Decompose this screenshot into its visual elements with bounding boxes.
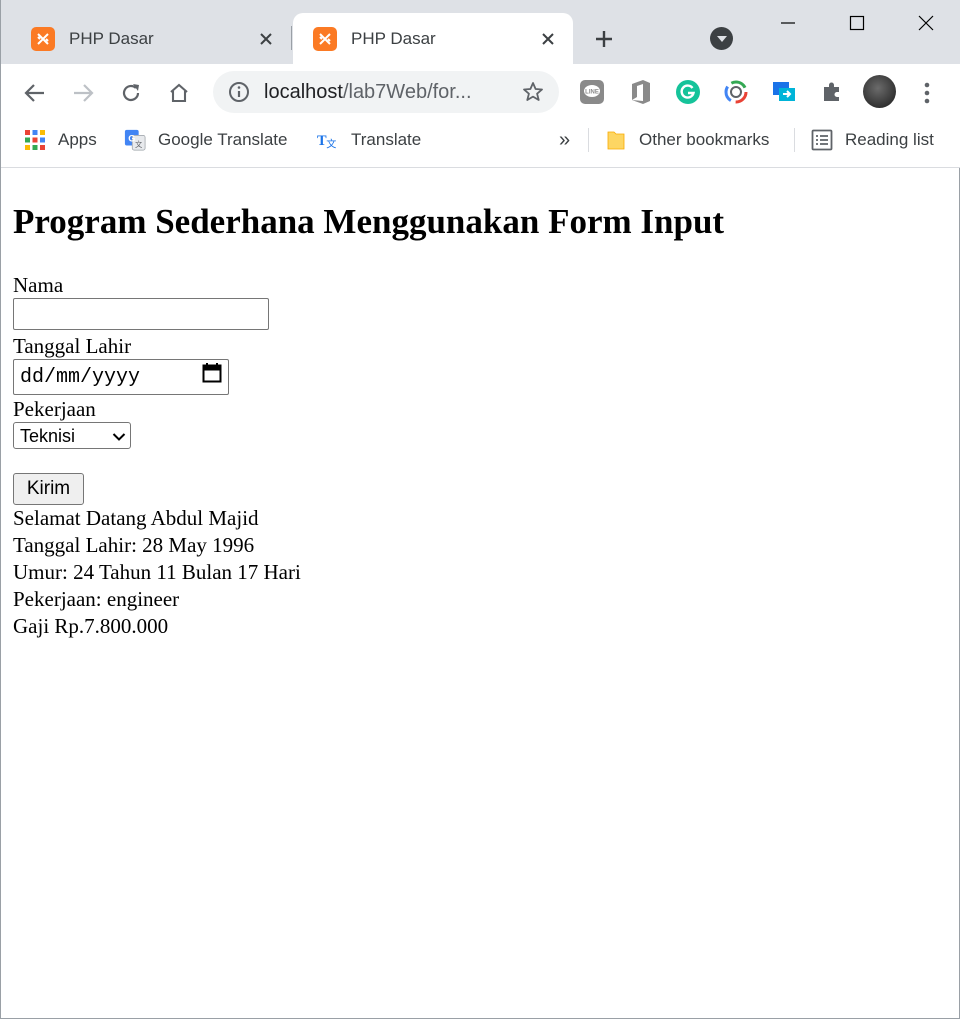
bookmark-translate[interactable]: T文 Translate	[317, 120, 421, 160]
grammarly-extension-icon[interactable]	[674, 78, 702, 106]
xampp-favicon-icon	[313, 26, 337, 51]
site-info-icon[interactable]	[226, 79, 252, 105]
bookmarks-divider	[794, 128, 795, 152]
svg-text:文: 文	[135, 140, 143, 149]
tab-divider	[291, 26, 292, 50]
tab-strip: PHP Dasar PHP Dasar	[1, 0, 960, 64]
close-tab-icon[interactable]	[537, 28, 559, 50]
tab-php-dasar-2-active[interactable]: PHP Dasar	[293, 13, 573, 64]
bookmarks-bar: Apps G文 Google Translate T文 Translate » …	[1, 120, 960, 168]
xampp-favicon-icon	[31, 26, 55, 51]
minimize-icon[interactable]	[768, 8, 808, 38]
url-text: localhost/lab7Web/for...	[264, 81, 504, 104]
tab-php-dasar-1[interactable]: PHP Dasar	[11, 13, 291, 64]
back-arrow-icon[interactable]	[20, 78, 50, 108]
chevron-down-icon	[112, 425, 126, 448]
bookmarks-divider	[588, 128, 589, 152]
bookmarks-overflow-chevron[interactable]: »	[559, 120, 570, 160]
folder-icon	[605, 129, 627, 151]
forward-arrow-icon[interactable]	[68, 78, 98, 108]
date-placeholder: dd/mm/yyyy	[20, 365, 141, 389]
bookmark-other-bookmarks[interactable]: Other bookmarks	[605, 120, 769, 160]
bookmark-label: Google Translate	[158, 130, 288, 149]
tab-title: PHP Dasar	[69, 28, 154, 48]
nama-label: Nama	[13, 273, 64, 298]
tanggal-lahir-date-input[interactable]: dd/mm/yyyy	[13, 359, 229, 396]
office-extension-icon[interactable]	[627, 78, 655, 106]
menu-kebab-icon[interactable]	[912, 78, 942, 108]
pekerjaan-select[interactable]: Teknisi	[13, 422, 131, 450]
translate-icon: T文	[317, 129, 339, 151]
address-bar[interactable]: localhost/lab7Web/for...	[213, 71, 559, 113]
page-content: Program Sederhana Menggunakan Form Input…	[13, 168, 953, 640]
svg-text:LINE: LINE	[585, 90, 599, 96]
apps-grid-icon	[24, 129, 46, 151]
close-tab-icon[interactable]	[255, 28, 277, 50]
bookmark-google-translate[interactable]: G文 Google Translate	[124, 120, 287, 160]
bookmark-label: Reading list	[845, 130, 934, 149]
svg-text:文: 文	[326, 138, 336, 151]
google-translate-icon: G文	[124, 129, 146, 151]
maximize-icon[interactable]	[837, 8, 877, 38]
reload-icon[interactable]	[116, 78, 146, 108]
bookmark-star-icon[interactable]	[521, 80, 545, 104]
new-tab-plus-icon[interactable]	[591, 26, 617, 52]
reading-list-button[interactable]: Reading list	[811, 120, 934, 160]
nama-input[interactable]	[13, 298, 269, 331]
job-text: Pekerjaan: engineer	[13, 587, 180, 612]
url-path: /lab7Web/for...	[342, 80, 472, 103]
screen-share-extension-icon[interactable]	[770, 78, 798, 106]
profile-avatar[interactable]	[863, 75, 896, 108]
bookmark-label: Translate	[351, 130, 422, 149]
welcome-text: Selamat Datang Abdul Majid	[13, 506, 259, 531]
pekerjaan-label: Pekerjaan	[13, 397, 96, 422]
line-extension-icon[interactable]: LINE	[578, 78, 606, 106]
pekerjaan-selected-value: Teknisi	[20, 425, 76, 446]
home-icon[interactable]	[164, 78, 194, 108]
reading-list-icon	[811, 129, 833, 151]
page-heading: Program Sederhana Menggunakan Form Input	[13, 202, 725, 241]
salary-text: Gaji Rp.7.800.000	[13, 614, 169, 639]
birthdate-text: Tanggal Lahir: 28 May 1996	[13, 533, 255, 558]
bookmark-label: Apps	[58, 130, 97, 149]
tab-title: PHP Dasar	[351, 28, 436, 48]
url-host: localhost	[264, 80, 343, 103]
age-text: Umur: 24 Tahun 11 Bulan 17 Hari	[13, 560, 301, 585]
result-output: Selamat Datang Abdul Majid Tanggal Lahir…	[13, 505, 953, 640]
tanggal-lahir-label: Tanggal Lahir	[13, 334, 132, 359]
close-window-icon[interactable]	[906, 8, 946, 38]
browser-toolbar: localhost/lab7Web/for... LINE	[1, 64, 960, 120]
bookmark-apps[interactable]: Apps	[24, 120, 97, 160]
calendar-icon[interactable]	[202, 362, 222, 392]
colorful-ring-extension-icon[interactable]	[722, 78, 750, 106]
tab-search-chevron-icon[interactable]	[710, 27, 733, 50]
bookmark-label: Other bookmarks	[639, 130, 770, 149]
extensions-puzzle-icon[interactable]	[818, 78, 846, 106]
kirim-button[interactable]: Kirim	[13, 473, 84, 506]
